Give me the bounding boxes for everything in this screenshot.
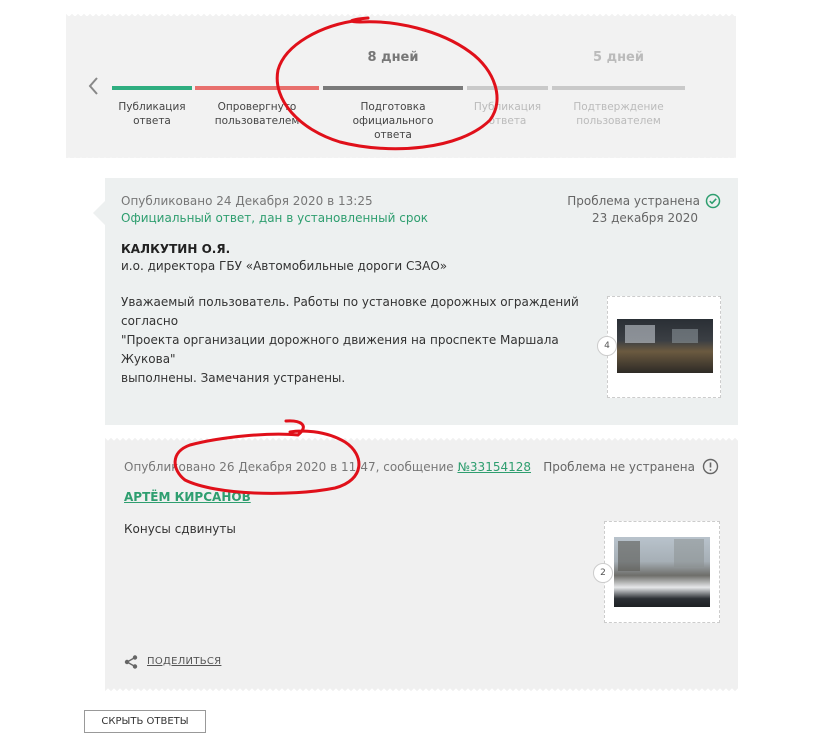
stage-bar: [467, 86, 548, 90]
stage-label-line: ответа: [488, 115, 527, 127]
response-text-line: Уважаемый пользователь. Работы по устано…: [121, 295, 579, 328]
stage-bar: [195, 86, 319, 90]
share-link[interactable]: ПОДЕЛИТЬСЯ: [147, 656, 221, 667]
status-text: Проблема не устранена: [543, 460, 695, 474]
stage-label-line: ответа: [374, 129, 412, 141]
stage-bar: [112, 86, 192, 90]
publish-date: Опубликовано 26 Декабря 2020 в 11:47, со…: [124, 460, 531, 474]
stage-bar: [552, 86, 685, 90]
response-text: Конусы сдвинуты: [124, 522, 236, 536]
photo-count-badge: 2: [593, 563, 613, 583]
timeline-stage-2: Опровергнуто пользователем: [195, 86, 319, 128]
stage-label-line: Подтверждение: [573, 101, 664, 113]
timeline-stage-4: Публикация ответа: [467, 86, 548, 128]
share-icon[interactable]: [123, 654, 139, 674]
photo-thumbnail[interactable]: [604, 521, 720, 623]
response-type-note: Официальный ответ, дан в установленный с…: [121, 211, 429, 225]
stage-label-line: Публикация: [473, 101, 542, 113]
publish-date-text: Опубликовано 26 Декабря 2020 в 11:47, со…: [124, 460, 458, 474]
stage-days-label: 8 дней: [367, 50, 419, 65]
check-circle-icon: [705, 193, 721, 213]
stage-label-line: Публикация: [118, 101, 186, 113]
photo-count-badge: 4: [597, 336, 617, 356]
author-profile-link[interactable]: АРТЁМ КИРСАНОВ: [124, 490, 251, 504]
author-name: КАЛКУТИН О.Я.: [121, 242, 231, 256]
response-text-line: "Проекта организации дорожного движения …: [121, 333, 559, 366]
stage-label-line: пользователем: [576, 115, 661, 127]
timeline-stage-5: Подтверждение пользователем: [552, 86, 685, 128]
timeline-bottom-edge: [66, 150, 736, 158]
exclamation-circle-icon: [702, 458, 719, 479]
status-date: 23 декабря 2020: [592, 211, 698, 225]
stage-days-label: 5 дней: [593, 50, 644, 65]
timeline-stage-1: Публикация ответа: [112, 86, 192, 128]
stage-label-line: Подготовка официального: [352, 101, 434, 127]
author-title: и.о. директора ГБУ «Автомобильные дороги…: [121, 259, 448, 273]
stage-label-line: Опровергнуто: [217, 101, 297, 113]
response-text-line: выполнены. Замечания устранены.: [121, 371, 346, 385]
publish-date: Опубликовано 24 Декабря 2020 в 13:25: [121, 194, 373, 208]
timeline-stage-3: Подготовка официального ответа: [323, 86, 463, 142]
card-bottom-edge: [105, 687, 738, 693]
status-text: Проблема устранена: [567, 194, 700, 208]
stage-label-line: пользователем: [214, 115, 300, 127]
stage-label-line: ответа: [133, 115, 171, 127]
response-text: Уважаемый пользователь. Работы по устано…: [121, 293, 591, 388]
hide-answers-button[interactable]: СКРЫТЬ ОТВЕТЫ: [84, 710, 206, 733]
photo-image: [614, 537, 710, 607]
photo-image: [617, 319, 713, 373]
chevron-left-icon[interactable]: [84, 74, 104, 98]
photo-thumbnail[interactable]: [607, 296, 721, 398]
stage-bar: [323, 86, 463, 90]
